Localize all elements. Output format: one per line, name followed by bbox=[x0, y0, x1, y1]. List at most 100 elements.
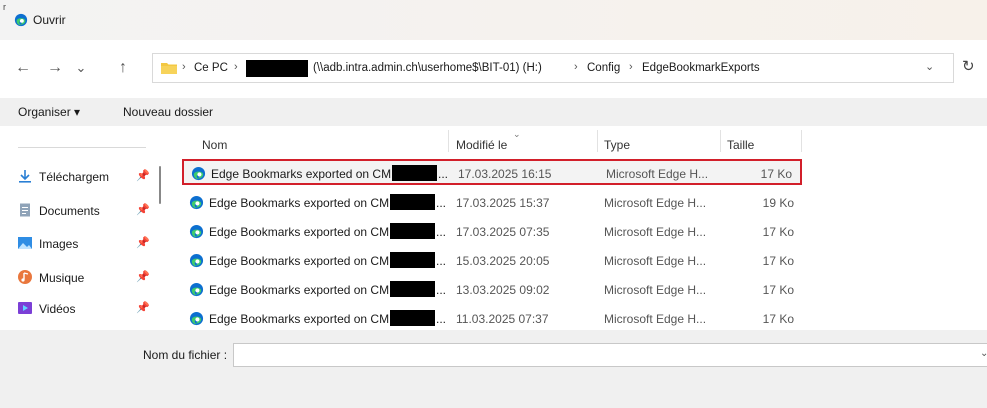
sort-indicator-icon: ⌄ bbox=[513, 129, 521, 139]
pin-icon[interactable]: 📌 bbox=[136, 203, 150, 216]
edge-html-file-icon bbox=[189, 311, 204, 326]
file-row[interactable]: Edge Bookmarks exported on CM... 13.03.20… bbox=[182, 277, 802, 303]
recent-locations-button[interactable]: ⌄ bbox=[72, 59, 90, 77]
videos-icon bbox=[18, 302, 32, 314]
address-dropdown-icon[interactable]: ⌄ bbox=[925, 60, 934, 73]
column-divider[interactable] bbox=[448, 130, 449, 152]
file-modified-date: 15.03.2025 20:05 bbox=[456, 254, 550, 268]
breadcrumb-separator: › bbox=[234, 61, 238, 73]
column-header-type[interactable]: Type bbox=[604, 138, 630, 152]
file-name: Edge Bookmarks exported on CM bbox=[211, 167, 392, 181]
file-row[interactable]: Edge Bookmarks exported on CM... 17.03.20… bbox=[182, 190, 802, 216]
sidebar-item-label: Musique bbox=[39, 271, 85, 285]
window-title: Ouvrir bbox=[33, 13, 66, 27]
edge-html-file-icon bbox=[189, 253, 204, 268]
file-name-ellipsis: ... bbox=[436, 225, 447, 239]
file-row[interactable]: Edge Bookmarks exported on CM... 15.03.20… bbox=[182, 248, 802, 274]
redacted-block bbox=[390, 281, 435, 297]
breadcrumb-current-folder[interactable]: EdgeBookmarkExports bbox=[642, 62, 760, 74]
file-name-ellipsis: ... bbox=[438, 167, 449, 181]
sidebar-item-music[interactable]: Musique 📌 bbox=[17, 267, 157, 287]
file-type: Microsoft Edge H... bbox=[604, 225, 707, 239]
column-divider[interactable] bbox=[720, 130, 721, 152]
file-size: 17 Ko bbox=[762, 283, 794, 297]
column-header-modified[interactable]: Modifié le bbox=[456, 138, 507, 152]
pin-icon[interactable]: 📌 bbox=[136, 270, 150, 283]
redacted-block bbox=[390, 194, 435, 210]
breadcrumb-this-pc[interactable]: Ce PC bbox=[194, 62, 228, 74]
edge-html-file-icon bbox=[191, 166, 206, 181]
redacted-block bbox=[390, 223, 435, 239]
file-size: 19 Ko bbox=[762, 196, 794, 210]
back-button[interactable]: ← bbox=[14, 59, 32, 77]
file-name: Edge Bookmarks exported on CM bbox=[209, 254, 390, 268]
documents-icon bbox=[20, 203, 30, 217]
file-name: Edge Bookmarks exported on CM bbox=[209, 312, 390, 326]
sidebar-divider bbox=[18, 147, 146, 148]
sidebar-item-documents[interactable]: Documents 📌 bbox=[17, 200, 157, 220]
dialog-footer: Nom du fichier : ⌄ bbox=[0, 330, 987, 408]
breadcrumb-separator: › bbox=[182, 61, 186, 73]
sidebar-item-label: Images bbox=[39, 237, 79, 251]
download-icon bbox=[19, 170, 31, 183]
file-name-ellipsis: ... bbox=[436, 196, 447, 210]
sidebar-item-label: Vidéos bbox=[39, 302, 76, 316]
redacted-block bbox=[390, 310, 435, 326]
sidebar-item-videos[interactable]: Vidéos 📌 bbox=[17, 298, 157, 318]
redacted-block bbox=[392, 165, 437, 181]
up-button[interactable]: ↑ bbox=[114, 59, 132, 77]
sidebar-item-label: Téléchargem bbox=[39, 170, 110, 184]
file-row[interactable]: Edge Bookmarks exported on CM... 17.03.20… bbox=[182, 159, 802, 185]
file-name: Edge Bookmarks exported on CM bbox=[209, 196, 390, 210]
file-modified-date: 17.03.2025 15:37 bbox=[456, 196, 550, 210]
breadcrumb-separator: › bbox=[574, 61, 578, 73]
organize-button[interactable]: Organiser ▾ bbox=[18, 105, 80, 119]
title-bar: r Ouvrir bbox=[0, 0, 987, 40]
sidebar-item-label: Documents bbox=[39, 204, 100, 218]
sidebar-item-downloads[interactable]: Téléchargem 📌 bbox=[17, 166, 157, 186]
column-divider[interactable] bbox=[801, 130, 802, 152]
file-name-ellipsis: ... bbox=[436, 254, 447, 268]
pin-icon[interactable]: 📌 bbox=[136, 169, 150, 182]
column-divider[interactable] bbox=[597, 130, 598, 152]
file-type: Microsoft Edge H... bbox=[606, 167, 709, 181]
file-modified-date: 17.03.2025 07:35 bbox=[456, 225, 550, 239]
file-size: 17 Ko bbox=[762, 225, 794, 239]
folder-icon bbox=[161, 63, 177, 74]
edge-html-file-icon bbox=[189, 224, 204, 239]
music-icon bbox=[18, 270, 32, 284]
filename-input[interactable] bbox=[233, 343, 987, 367]
breadcrumb-drive[interactable]: (\\adb.intra.admin.ch\userhome$\BIT-01) … bbox=[313, 62, 542, 74]
corner-mark: r bbox=[3, 2, 6, 12]
edge-html-file-icon bbox=[189, 195, 204, 210]
file-row[interactable]: Edge Bookmarks exported on CM... 11.03.20… bbox=[182, 306, 802, 332]
refresh-icon[interactable]: ↻ bbox=[962, 57, 975, 75]
forward-button[interactable]: → bbox=[46, 59, 64, 77]
pin-icon[interactable]: 📌 bbox=[136, 236, 150, 249]
file-type: Microsoft Edge H... bbox=[604, 312, 707, 326]
file-type: Microsoft Edge H... bbox=[604, 283, 707, 297]
file-size: 17 Ko bbox=[762, 312, 794, 326]
images-icon bbox=[18, 237, 32, 249]
column-header-size[interactable]: Taille bbox=[727, 138, 754, 152]
redacted-block bbox=[390, 252, 435, 268]
breadcrumb-separator: › bbox=[629, 61, 633, 73]
file-modified-date: 11.03.2025 07:37 bbox=[456, 312, 549, 326]
file-row[interactable]: Edge Bookmarks exported on CM... 17.03.20… bbox=[182, 219, 802, 245]
command-bar: Organiser ▾ Nouveau dossier bbox=[0, 98, 987, 126]
column-header-name[interactable]: Nom bbox=[202, 138, 227, 152]
new-folder-button[interactable]: Nouveau dossier bbox=[123, 105, 213, 119]
filename-dropdown-icon[interactable]: ⌄ bbox=[980, 348, 987, 359]
edge-icon bbox=[14, 13, 28, 27]
sidebar-scrollbar[interactable] bbox=[159, 166, 161, 204]
file-size: 17 Ko bbox=[762, 254, 794, 268]
breadcrumb-config[interactable]: Config bbox=[587, 62, 620, 74]
file-modified-date: 17.03.2025 16:15 bbox=[458, 167, 552, 181]
file-size: 17 Ko bbox=[760, 167, 792, 181]
file-name: Edge Bookmarks exported on CM bbox=[209, 225, 390, 239]
pin-icon[interactable]: 📌 bbox=[136, 301, 150, 314]
file-name-ellipsis: ... bbox=[436, 312, 447, 326]
sidebar-item-images[interactable]: Images 📌 bbox=[17, 233, 157, 253]
address-bar[interactable]: › Ce PC › (\\adb.intra.admin.ch\userhome… bbox=[152, 53, 954, 83]
edge-html-file-icon bbox=[189, 282, 204, 297]
